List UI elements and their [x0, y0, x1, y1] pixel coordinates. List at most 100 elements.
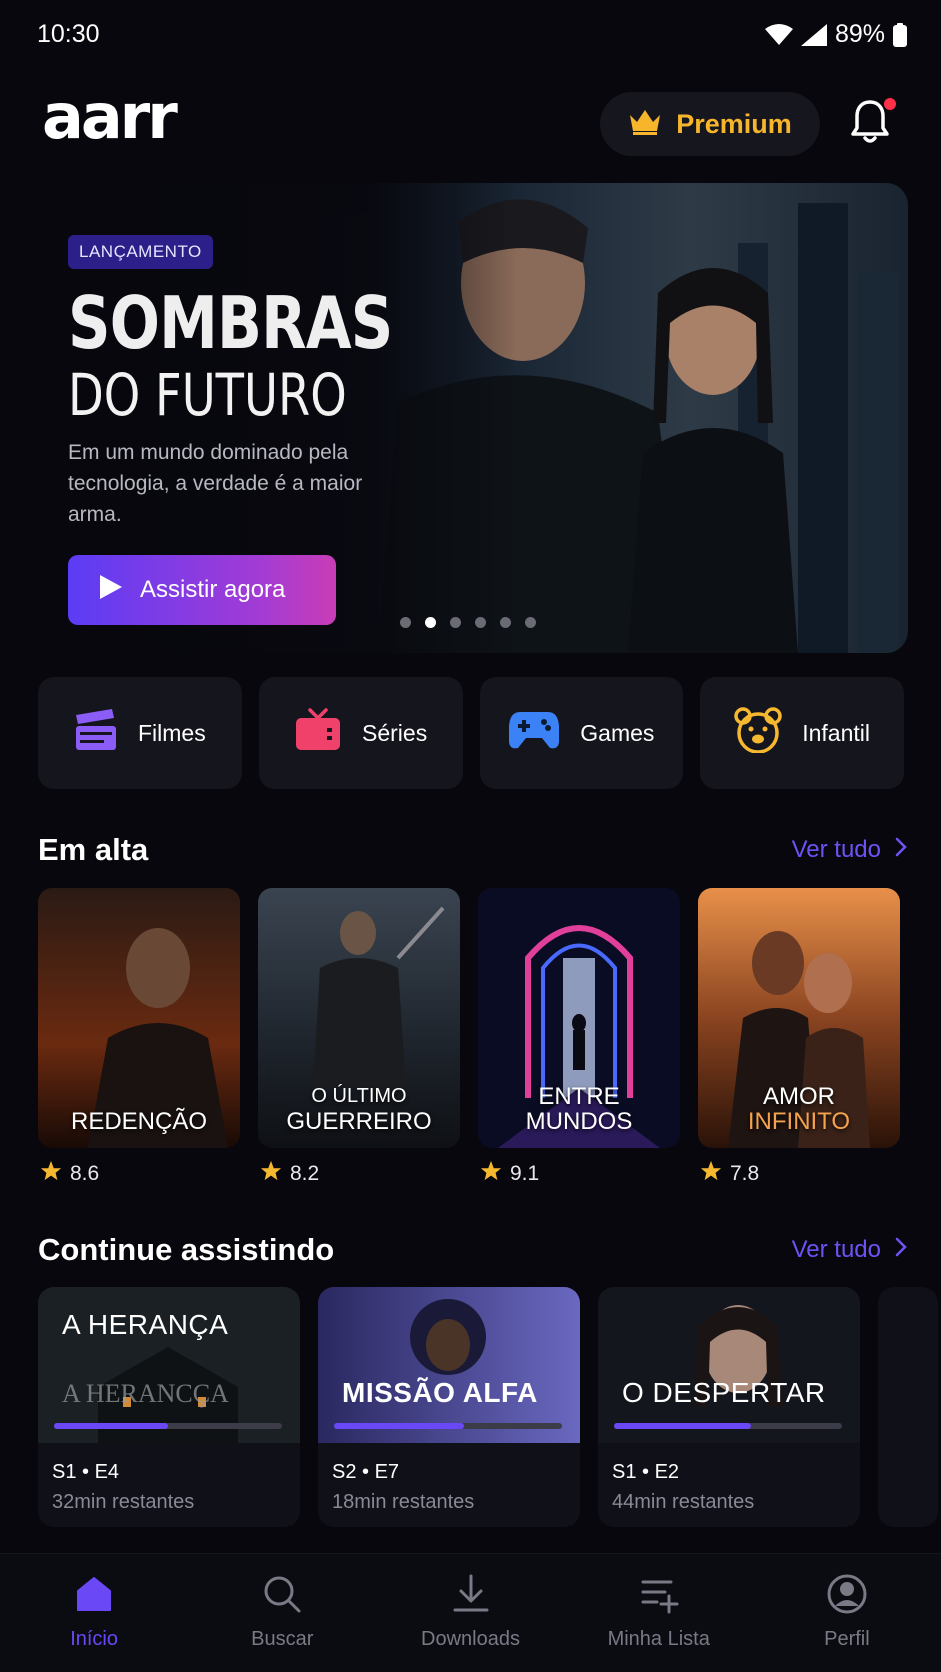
thumbnail-artwork	[598, 1287, 860, 1443]
poster[interactable]: O ÚLTIMO GUERREIRO	[258, 888, 460, 1148]
poster-title-main: GUERREIRO	[286, 1108, 432, 1135]
category-games[interactable]: Games	[479, 677, 684, 789]
poster-title: ENTRE MUNDOS	[478, 1084, 680, 1134]
carousel-dot-active[interactable]	[425, 617, 436, 628]
continue-title: O DESPERTAR	[622, 1377, 826, 1408]
nav-downloads[interactable]: Downloads	[376, 1554, 564, 1672]
premium-label: Premium	[676, 108, 792, 139]
battery-icon	[893, 22, 907, 47]
poster-title: AMOR INFINITO	[698, 1084, 900, 1134]
see-all-continue[interactable]: Ver tudo	[792, 1236, 907, 1264]
trending-item[interactable]: AMOR INFINITO 7.8	[698, 888, 900, 1188]
nav-label: Perfil	[824, 1628, 870, 1650]
progress-bar	[334, 1423, 562, 1429]
continue-item-partial[interactable]	[878, 1287, 938, 1527]
category-filmes[interactable]: Filmes	[38, 677, 242, 789]
category-series[interactable]: Séries	[258, 677, 463, 789]
carousel-indicator	[400, 617, 536, 628]
rating: 7.8	[700, 1160, 900, 1188]
poster-title-main: ENTRE	[538, 1083, 620, 1110]
nav-label: Buscar	[251, 1628, 314, 1650]
progress-fill	[614, 1423, 751, 1429]
thumbnail-subtitle: A HERANCÇA	[62, 1379, 229, 1408]
crown-icon	[628, 107, 662, 142]
continue-item[interactable]: A HERANCÇA A HERANÇA S1 • E4 32min resta…	[38, 1287, 300, 1527]
poster[interactable]: REDENÇÃO	[38, 888, 240, 1148]
poster[interactable]: AMOR INFINITO	[698, 888, 900, 1148]
nav-inicio[interactable]: Início	[0, 1554, 188, 1672]
bear-icon	[734, 707, 782, 759]
poster-title-line2: MUNDOS	[525, 1108, 633, 1135]
notification-badge	[884, 98, 896, 110]
poster-title-main: AMOR	[763, 1083, 835, 1110]
search-icon	[262, 1574, 302, 1620]
category-shortcuts: Filmes Séries Games Infantil	[38, 677, 904, 789]
time-remaining: 32min restantes	[52, 1491, 195, 1513]
chevron-right-icon	[895, 1236, 907, 1264]
continue-title: MISSÃO ALFA	[342, 1377, 538, 1408]
progress-bar	[614, 1423, 842, 1429]
section-title-continue: Continue assistindo	[38, 1232, 335, 1267]
category-label: Infantil	[802, 719, 870, 746]
hero-banner[interactable]: LANÇAMENTO SOMBRAS DO FUTURO Em um mundo…	[38, 183, 908, 653]
notifications-button[interactable]	[850, 98, 896, 150]
poster-title: O ÚLTIMO GUERREIRO	[258, 1084, 460, 1134]
thumbnail-artwork	[318, 1287, 580, 1443]
rating-value: 8.2	[290, 1162, 320, 1185]
carousel-dot[interactable]	[450, 617, 461, 628]
hero-subtitle: DO FUTURO	[68, 361, 347, 429]
status-indicators: 89%	[764, 20, 907, 49]
poster-title-main: REDENÇÃO	[70, 1108, 208, 1135]
continue-item[interactable]: O DESPERTAR S1 • E2 44min restantes	[598, 1287, 860, 1527]
nav-perfil[interactable]: Perfil	[753, 1554, 941, 1672]
app-logo[interactable]: aarr	[42, 86, 178, 148]
gamepad-icon	[508, 710, 560, 756]
bell-icon	[850, 100, 890, 150]
progress-fill	[54, 1423, 168, 1429]
carousel-dot[interactable]	[400, 617, 411, 628]
section-title-trending: Em alta	[38, 832, 149, 867]
continue-thumbnail[interactable]: MISSÃO ALFA	[318, 1287, 580, 1443]
star-icon	[40, 1160, 62, 1188]
nav-minha-lista[interactable]: Minha Lista	[565, 1554, 753, 1672]
rating-value: 7.8	[730, 1162, 760, 1185]
carousel-dot[interactable]	[475, 617, 486, 628]
star-icon	[700, 1160, 722, 1188]
trending-item[interactable]: O ÚLTIMO GUERREIRO 8.2	[258, 888, 460, 1188]
chevron-right-icon	[895, 836, 907, 864]
see-all-label: Ver tudo	[791, 1236, 881, 1263]
continue-watching-list: A HERANCÇA A HERANÇA S1 • E4 32min resta…	[38, 1287, 941, 1527]
signal-icon	[800, 23, 827, 46]
continue-thumbnail[interactable]: A HERANCÇA A HERANÇA	[38, 1287, 300, 1443]
poster[interactable]: ENTRE MUNDOS	[478, 888, 680, 1148]
continue-thumbnail[interactable]: O DESPERTAR	[598, 1287, 860, 1443]
see-all-trending[interactable]: Ver tudo	[792, 836, 907, 864]
carousel-dot[interactable]	[500, 617, 511, 628]
status-bar: 10:30 89%	[0, 0, 941, 72]
download-icon	[451, 1574, 491, 1620]
episode-label: S2 • E7	[332, 1461, 400, 1483]
watch-now-button[interactable]: Assistir agora	[68, 555, 336, 625]
rating-value: 8.6	[70, 1162, 100, 1185]
star-icon	[260, 1160, 282, 1188]
hero-title: SOMBRAS	[68, 281, 393, 365]
trending-item[interactable]: REDENÇÃO 8.6	[38, 888, 240, 1188]
progress-bar	[54, 1423, 282, 1429]
hero-description: Em um mundo dominado pela tecnologia, a …	[68, 441, 363, 526]
premium-button[interactable]: Premium	[600, 92, 820, 156]
continue-title: A HERANÇA	[62, 1309, 229, 1340]
category-label: Séries	[362, 719, 428, 746]
home-icon	[74, 1574, 114, 1620]
rating-value: 9.1	[510, 1162, 540, 1185]
rating: 8.6	[40, 1160, 240, 1188]
category-infantil[interactable]: Infantil	[700, 677, 904, 789]
nav-buscar[interactable]: Buscar	[188, 1554, 376, 1672]
hero-badge: LANÇAMENTO	[68, 235, 213, 269]
trending-item[interactable]: ENTRE MUNDOS 9.1	[478, 888, 680, 1188]
poster-title-small: O ÚLTIMO	[311, 1085, 407, 1107]
battery-percent: 89%	[834, 20, 885, 48]
carousel-dot[interactable]	[525, 617, 536, 628]
continue-item[interactable]: MISSÃO ALFA S2 • E7 18min restantes	[318, 1287, 580, 1527]
clapperboard-icon	[74, 709, 118, 757]
time-remaining: 44min restantes	[612, 1491, 755, 1513]
